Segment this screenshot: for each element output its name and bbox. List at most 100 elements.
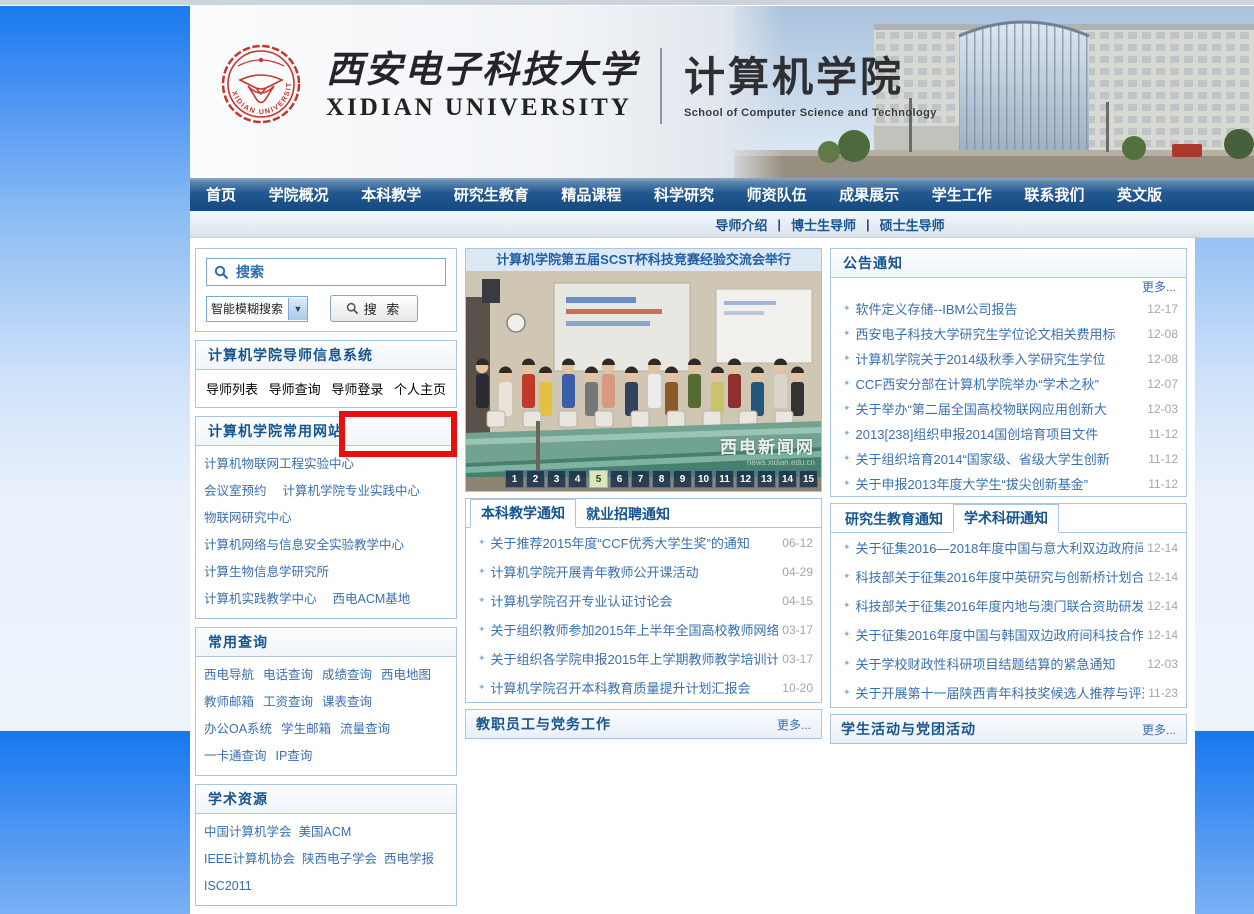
research-tab-1[interactable]: 研究生教育通知 [835,506,953,532]
slider-photo[interactable]: 西电新闻网 news.xidian.edu.cn 123456789101112… [466,271,821,491]
notice-link[interactable]: 关于学校财政性科研项目结题结算的紧急通知 [856,654,1144,673]
notice-link[interactable]: CCF西安分部在计算机学院举办“学术之秋” [856,374,1144,393]
staff-party-more-link[interactable]: 更多... [777,716,811,733]
nav-item-11[interactable]: 英文版 [1117,184,1162,205]
sidebar-link[interactable]: 教师邮箱 [204,689,254,716]
notice-link[interactable]: 关于申报2013年度大学生“拔尖创新基金” [856,474,1145,493]
sidebar-link[interactable]: 西电学报 [384,846,434,873]
sidebar-link[interactable]: 计算机学院专业实践中心 [283,478,421,505]
slider-page-7[interactable]: 7 [631,470,650,488]
sidebar-link[interactable]: 电话查询 [263,662,313,689]
slider-page-4[interactable]: 4 [568,470,587,488]
sidebar-box-title: 常用查询 [196,628,456,657]
slider-pagination: 123456789101112131415 [505,470,818,488]
nav-item-6[interactable]: 科学研究 [654,184,714,205]
subnav-link-3[interactable]: 硕士生导师 [880,215,945,234]
slider-page-5[interactable]: 5 [589,470,608,488]
sidebar-link[interactable]: 导师登录 [331,379,383,398]
search-button[interactable]: 搜 索 [330,295,418,322]
sidebar-link[interactable]: 美国ACM [299,819,352,846]
nav-item-8[interactable]: 成果展示 [839,184,899,205]
student-activity-more-link[interactable]: 更多... [1142,721,1176,738]
notice-link[interactable]: 关于组织各学院申报2015年上学期教师教学培训计划 [491,649,779,668]
notice-link[interactable]: 计算机学院关于2014级秋季入学研究生学位 [856,349,1144,368]
sidebar-link[interactable]: 个人主页 [394,379,446,398]
nav-item-1[interactable]: 首页 [206,184,236,205]
sidebar-link[interactable]: 西电导航 [204,662,254,689]
sidebar-link[interactable]: 计算生物信息学研究所 [204,559,329,586]
slider-caption[interactable]: 计算机学院第五届SCST杯科技竞赛经验交流会举行 [466,249,821,271]
notice-link[interactable]: 计算机学院召开专业认证讨论会 [491,591,779,610]
sidebar-link[interactable]: 导师查询 [269,379,321,398]
nav-item-7[interactable]: 师资队伍 [747,184,807,205]
sidebar-link[interactable]: 计算机物联网工程实验中心 [204,451,354,478]
slider-page-9[interactable]: 9 [673,470,692,488]
nav-item-5[interactable]: 精品课程 [561,184,621,205]
sidebar-link[interactable]: 计算机实践教学中心 [204,586,317,613]
notice-link[interactable]: 计算机学院召开本科教育质量提升计划汇报会 [491,678,779,697]
notice-link[interactable]: 西安电子科技大学研究生学位论文相关费用标 [856,324,1144,343]
slider-page-14[interactable]: 14 [778,470,797,488]
notice-link[interactable]: 2013[238]组织申报2014国创培育项目文件 [856,424,1145,443]
slider-page-8[interactable]: 8 [652,470,671,488]
slider-page-11[interactable]: 11 [715,470,734,488]
nav-item-10[interactable]: 联系我们 [1024,184,1084,205]
search-mode-select[interactable]: 智能模糊搜索 ▼ [206,296,308,322]
sidebar-link[interactable]: ISC2011 [204,873,252,900]
sidebar-link[interactable]: 西电ACM基地 [333,586,411,613]
notice-link[interactable]: 科技部关于征集2016年度中英研究与创新桥计划合作 [856,567,1144,586]
nav-item-9[interactable]: 学生工作 [932,184,992,205]
slider-page-15[interactable]: 15 [799,470,818,488]
nav-item-4[interactable]: 研究生教育 [454,184,529,205]
university-name-en: XIDIAN UNIVERSITY [326,93,638,123]
sidebar-link[interactable]: 计算机网络与信息安全实验教学中心 [204,532,404,559]
sidebar-link[interactable]: IEEE计算机协会 [204,846,295,873]
sidebar-link[interactable]: 会议室预约 [204,478,267,505]
sidebar-link[interactable]: 中国计算机学会 [204,819,292,846]
teaching-tab-2[interactable]: 就业招聘通知 [576,501,680,527]
news-photo-slider[interactable]: 计算机学院第五届SCST杯科技竞赛经验交流会举行 西电新闻网 news.xidi… [465,248,822,492]
notice-link[interactable]: 关于推荐2015年度“CCF优秀大学生奖”的通知 [491,533,779,552]
sidebar-link[interactable]: 成绩查询 [322,662,372,689]
notice-link[interactable]: 关于组织教师参加2015年上半年全国高校教师网络培 [491,620,779,639]
notice-link[interactable]: 软件定义存储--IBM公司报告 [856,299,1144,318]
subnav-link-2[interactable]: 博士生导师 [791,215,856,234]
slider-page-3[interactable]: 3 [547,470,566,488]
research-tab-2[interactable]: 学术科研通知 [953,504,1059,533]
university-name-cn: 西安电子科技大学 [326,49,638,93]
sidebar-box-tutor-system: 计算机学院导师信息系统导师列表导师查询导师登录个人主页 [195,340,457,408]
notice-link[interactable]: 关于开展第十一届陕西青年科技奖候选人推荐与评选工 [856,683,1145,702]
notice-link[interactable]: 关于举办“第二届全国高校物联网应用创新大 [856,399,1144,418]
notice-link[interactable]: 计算机学院开展青年教师公开课活动 [491,562,779,581]
slider-page-6[interactable]: 6 [610,470,629,488]
sidebar-link[interactable]: 一卡通查询 [204,743,267,770]
nav-item-3[interactable]: 本科教学 [361,184,421,205]
sidebar-link[interactable]: 导师列表 [206,379,258,398]
sidebar-link[interactable]: 流量查询 [340,716,390,743]
sidebar-link[interactable]: 学生邮箱 [281,716,331,743]
notice-link[interactable]: 关于征集2016—2018年度中国与意大利双边政府间 [856,538,1144,557]
slider-page-1[interactable]: 1 [505,470,524,488]
teaching-tab-1[interactable]: 本科教学通知 [470,499,576,528]
slider-page-10[interactable]: 10 [694,470,713,488]
sidebar-box-common-queries: 常用查询西电导航电话查询成绩查询西电地图教师邮箱工资查询课表查询办公OA系统学生… [195,627,457,776]
notice-link[interactable]: 科技部关于征集2016年度内地与澳门联合资助研发项 [856,596,1144,615]
search-input[interactable] [234,263,438,281]
sidebar-link[interactable]: 工资查询 [263,689,313,716]
nav-item-2[interactable]: 学院概况 [269,184,329,205]
notice-link[interactable]: 关于征集2016年度中国与韩国双边政府间科技合作项 [856,625,1144,644]
sidebar-link[interactable]: IP查询 [276,743,313,770]
notice-item: ✦计算机学院关于2014级秋季入学研究生学位12-08 [831,346,1186,371]
slider-page-2[interactable]: 2 [526,470,545,488]
notice-link[interactable]: 关于组织培育2014“国家级、省级大学生创新 [856,449,1145,468]
slider-page-13[interactable]: 13 [757,470,776,488]
sidebar-link[interactable]: 陕西电子学会 [302,846,377,873]
announcements-more-link[interactable]: 更多... [1142,280,1176,294]
sidebar-link[interactable]: 西电地图 [381,662,431,689]
sidebar-link[interactable]: 办公OA系统 [204,716,272,743]
slider-page-12[interactable]: 12 [736,470,755,488]
sidebar-link[interactable]: 物联网研究中心 [204,505,292,532]
sidebar-link[interactable]: 课表查询 [322,689,372,716]
subnav-link-1[interactable]: 导师介绍 [715,215,767,234]
bullet-icon: ✦ [843,328,851,339]
